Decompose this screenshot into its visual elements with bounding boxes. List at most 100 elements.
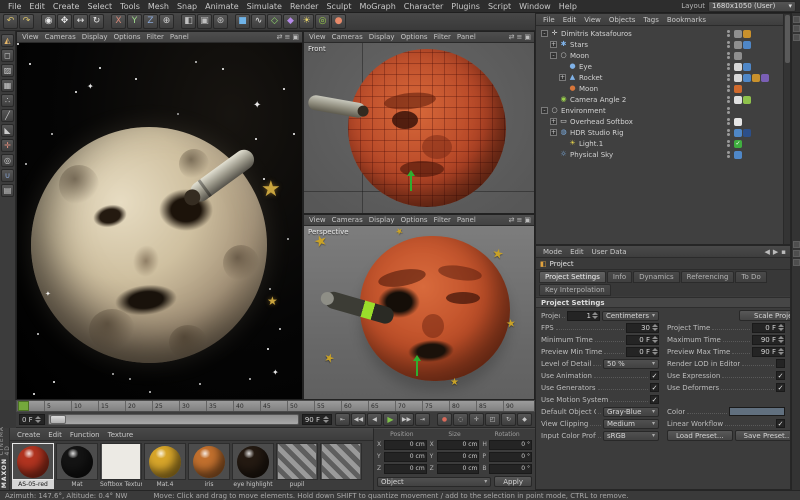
menu-item[interactable]: Mode [540,246,565,258]
menu-item[interactable]: Animate [201,0,243,13]
workplane-mode-icon[interactable]: ▦ [1,79,14,92]
number-field[interactable]: 90 F [752,335,785,345]
viewport-menu-item[interactable]: Options [112,33,143,41]
object-tag-icon[interactable] [734,85,742,93]
attribute-tab[interactable]: Key Interpolation [539,284,611,296]
viewport-menu-item[interactable]: Panel [455,216,478,224]
add-deformer-icon[interactable]: ◆ [283,14,298,29]
make-editable-icon[interactable]: ◭ [1,34,14,47]
expander[interactable] [559,85,566,92]
number-field[interactable]: 0 F [752,323,785,333]
viewport-menu-item[interactable]: Display [367,216,397,224]
object-row[interactable]: - ○ Environment [536,105,783,116]
viewport-swap-icon[interactable]: ⇄ [277,33,283,41]
model-mode-icon[interactable]: ◻ [1,49,14,62]
spinner[interactable] [322,416,329,423]
material-thumbnail[interactable] [56,443,98,480]
checkbox[interactable]: ✓ [776,383,785,392]
viewport-menu-item[interactable]: Filter [432,33,453,41]
viewport-menu-item[interactable]: Display [367,33,397,41]
rotation-field[interactable]: 0 ° [489,452,532,462]
scale-project-button[interactable]: Scale Project... [739,310,791,321]
menu-item[interactable]: Sculpt [322,0,355,13]
menu-item[interactable]: MoGraph [355,0,399,13]
menu-item[interactable]: File [540,14,558,26]
live-selection-icon[interactable]: ◉ [41,14,56,29]
goto-end-button[interactable]: ⇥ [415,413,430,426]
visibility-dots[interactable] [727,30,730,37]
viewport-menu-item[interactable]: Options [399,33,430,41]
spinner[interactable] [777,348,784,355]
menu-item[interactable]: Edit [45,429,65,441]
checkbox[interactable]: ✓ [776,419,785,428]
object-row[interactable]: ● Moon [536,83,783,94]
separator[interactable] [35,14,40,29]
render-view-icon[interactable]: ◧ [181,14,196,29]
front-viewport-canvas[interactable]: Front [304,43,534,213]
menu-item[interactable]: Plugins [447,0,484,13]
material-thumbnail[interactable] [232,443,274,480]
checkbox[interactable]: ✓ [650,383,659,392]
object-tag-icon[interactable] [743,74,751,82]
save-preset-button[interactable]: Save Preset... [735,430,791,441]
object-tag-icon[interactable] [734,96,742,104]
spinner[interactable] [35,416,42,423]
visibility-dots[interactable] [727,118,730,125]
dock-tab-icon[interactable] [793,16,800,23]
expander[interactable]: - [541,107,548,114]
value-dropdown[interactable]: sRGB▾ [603,431,659,441]
history-back-icon[interactable]: ◀ [764,248,769,256]
position-field[interactable]: 0 cm [384,452,427,462]
separator[interactable] [105,14,110,29]
expander[interactable]: + [550,118,557,125]
apply-button[interactable]: Apply [494,476,532,487]
goto-start-button[interactable]: ⇤ [335,413,350,426]
menu-item[interactable]: Tools [116,0,144,13]
menu-item[interactable]: View [581,14,604,26]
object-tag-icon[interactable] [743,30,751,38]
object-tag-icon[interactable] [752,74,760,82]
viewport-options-icon[interactable]: ≡ [517,216,523,224]
history-forward-icon[interactable]: ▶ [773,248,778,256]
menu-item[interactable]: Bookmarks [664,14,709,26]
menu-item[interactable]: Window [515,0,555,13]
lock-icon[interactable]: ▪ [781,248,786,256]
value-dropdown[interactable]: Medium▾ [603,419,659,429]
record-position-button[interactable]: ✛ [469,413,484,426]
object-row[interactable]: ☀ Light.1 ✓ [536,138,783,149]
visibility-dots[interactable] [727,96,730,103]
timeline-playhead[interactable] [18,401,29,411]
object-tag-icon[interactable]: ✓ [734,140,742,148]
coord-mode-dropdown[interactable]: Object▾ [377,477,491,487]
number-field[interactable]: 30 [626,323,659,333]
enable-axis-icon[interactable]: ✛ [1,139,14,152]
number-field[interactable]: 1 [567,311,600,321]
lock-x-axis-icon[interactable]: X [111,14,126,29]
material-thumbnail[interactable] [144,443,186,480]
menu-item[interactable]: Edit [567,246,587,258]
object-tag-icon[interactable] [734,74,742,82]
value-dropdown[interactable]: Gray-Blue▾ [603,407,659,417]
menu-item[interactable]: Function [67,429,103,441]
menu-item[interactable]: Objects [606,14,638,26]
viewport-menu-item[interactable]: Cameras [330,33,365,41]
position-field[interactable]: 0 cm [384,464,427,474]
coordinate-system-icon[interactable]: ⊕ [159,14,174,29]
material-item[interactable]: Mat.4 [144,443,186,489]
expander[interactable]: + [559,74,566,81]
size-field[interactable]: 0 cm [437,464,480,474]
material-item[interactable]: AS-05-red [12,443,54,489]
object-row[interactable]: - ✛ Dimitris Katsafouros [536,28,783,39]
perspective-viewport-canvas[interactable]: Perspective ★ ★ ★ ★ ★ ★ [304,226,534,399]
redo-icon[interactable]: ↷ [19,14,34,29]
object-tag-icon[interactable] [734,52,742,60]
spinner[interactable] [651,324,658,331]
number-field[interactable]: 0 F [626,335,659,345]
menu-item[interactable]: Script [484,0,515,13]
autokey-button[interactable]: ◌ [453,413,468,426]
viewport-menu-item[interactable]: View [307,216,328,224]
texture-mode-icon[interactable]: ▨ [1,64,14,77]
render-viewport-canvas[interactable]: ★ ★ ✦ ✦ ✦ ✦ [17,43,302,399]
spinner[interactable] [777,336,784,343]
scrollbar-thumb[interactable] [785,15,790,63]
